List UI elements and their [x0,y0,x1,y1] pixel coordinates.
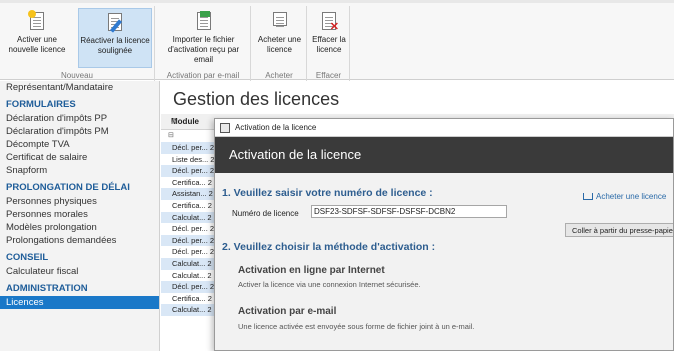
sidebar-item-calculateur-fiscal[interactable]: Calculateur fiscal [0,265,159,278]
paste-from-clipboard-button[interactable]: Coller à partir du presse-papiers [565,223,673,237]
ribbon-toolbar: Activer une nouvelle licence Réactiver l… [0,0,674,82]
ribbon-group-delete: ✕ Effacer la licence Effacer [308,6,350,82]
table-cell-module: Certifica... [172,200,206,210]
license-number-input[interactable] [311,205,507,218]
delete-license-button[interactable]: ✕ Effacer la licence [310,8,348,68]
table-cell-module: Calculat... [172,258,206,268]
sidebar-item-certificat-de-salaire[interactable]: Certificat de salaire [0,151,159,164]
sidebar-item-personnes-morales[interactable]: Personnes morales [0,208,159,221]
import-activation-file-button[interactable]: Importer le fichier d'activation reçu pa… [159,8,248,68]
sidebar-item-modeles-prolongation[interactable]: Modèles prolongation [0,221,159,234]
table-cell-a: 2 [207,212,212,222]
buy-label-1: Acheter une [257,35,302,44]
option-email-description: Une licence activée est envoyée sous for… [238,322,475,331]
activation-dialog: Activation de la licence Activation de l… [214,118,674,351]
reactivate-license-label-1: Réactiver la licence [80,36,150,45]
table-cell-module: Décl. per... [172,235,208,245]
table-cell-a: 2 [207,258,212,268]
table-cell-module: Décl. per... [172,166,208,176]
sidebar-section-conseil: CONSEIL [6,252,49,263]
sidebar-item-declaration-d-impots-pm[interactable]: Déclaration d'impôts PM [0,125,159,138]
sidebar-item-prolongations-demandees[interactable]: Prolongations demandées [0,234,159,247]
sidebar-item-personnes-physiques[interactable]: Personnes physiques [0,195,159,208]
table-cell-module: Décl. per... [172,282,208,292]
table-cell-a: 2 [207,293,212,303]
table-cell-a: 2 [207,305,212,315]
sidebar-section-administration: ADMINISTRATION [6,283,88,294]
sidebar-item-representant-mandataire[interactable]: Représentant/Mandataire [0,81,159,94]
table-cell-module: Calculat... [172,305,206,315]
sidebar-item-decompte-tva[interactable]: Décompte TVA [0,138,159,151]
table-cell-module: Certifica... [172,293,206,303]
option-email-title[interactable]: Activation par e-mail [238,306,336,317]
dialog-banner: Activation de la licence [215,137,673,173]
table-cell-module: Calculat... [172,212,206,222]
app-icon [220,123,230,133]
license-number-label: Numéro de licence [232,209,299,218]
ribbon-group-new: Activer une nouvelle licence Réactiver l… [0,6,155,82]
reactivate-license-button[interactable]: Réactiver la licence soulignée [78,8,152,68]
ribbon-group-delete-label: Effacer [315,71,342,80]
buy-license-button[interactable]: Acheter une licence [255,8,304,68]
ribbon-group-email-label: Activation par e-mail [166,71,240,80]
activate-new-license-label-1: Activer une [16,35,58,44]
buy-license-link[interactable]: Acheter une licence [583,192,666,201]
buy-label-2: licence [267,45,292,54]
import-file-icon [194,11,214,32]
sidebar-item-declaration-d-impots-pp[interactable]: Déclaration d'impôts PP [0,112,159,125]
table-cell-a: 2 [207,270,212,280]
delete-label-2: licence [316,45,342,54]
cart-icon [583,193,593,200]
buy-license-link-label: Acheter une licence [596,192,667,201]
table-cell-module: Décl. per... [172,224,208,234]
new-license-icon [27,10,47,32]
import-label-1: Importer le fichier [172,35,235,44]
option-internet-title[interactable]: Activation en ligne par Internet [238,265,385,276]
activate-new-license-label-2: nouvelle licence [8,45,66,54]
option-internet-description: Activer la licence via une connexion Int… [238,280,421,289]
activate-new-license-button[interactable]: Activer une nouvelle licence [4,8,70,68]
sidebar: Représentant/Mandataire FORMULAIRES Déclar… [0,81,160,351]
sidebar-item-snapform[interactable]: Snapform [0,164,159,177]
table-cell-module: Calculat... [172,270,206,280]
dialog-window-title: Activation de la licence [235,123,317,132]
table-cell-module: Liste des... [172,154,209,164]
ribbon-group-buy-label: Acheter [265,71,293,80]
reactivate-license-label-2: soulignée [97,46,133,55]
table-cell-module: Certifica... [172,177,206,187]
sidebar-item-licences[interactable]: Licences [0,296,159,309]
ribbon-group-email-activation: Importer le fichier d'activation reçu pa… [156,6,251,82]
table-cell-module: Assistan... [172,189,207,199]
dialog-titlebar[interactable]: Activation de la licence [215,119,673,137]
page-title: Gestion des licences [173,89,340,109]
step2-heading: 2. Veuillez choisir la méthode d'activat… [222,241,436,253]
sidebar-section-prolongation-de-delai: PROLONGATION DE DÉLAI [6,182,130,193]
delete-license-icon: ✕ [319,12,339,33]
table-filter-row[interactable]: ⊟ [161,131,221,141]
sidebar-section-formulaires: FORMULAIRES [6,99,76,110]
table-cell-module: Décl. per... [172,247,208,257]
ribbon-group-new-label: Nouveau [60,71,94,80]
table-cell-a: 2 [207,200,212,210]
reactivate-license-icon [105,13,125,33]
delete-label-1: Effacer la [312,35,346,44]
table-cell-module: Décl. per... [172,143,208,152]
table-cell-a: 2 [207,177,212,187]
ribbon-group-buy: Acheter une licence Acheter [252,6,307,82]
cart-icon [270,12,290,32]
column-header-a[interactable]: A [171,114,177,130]
table-cell-a: 2 [208,189,213,199]
step1-heading: 1. Veuillez saisir votre numéro de licen… [222,187,433,199]
import-label-2: d'activation reçu par email [167,45,240,64]
